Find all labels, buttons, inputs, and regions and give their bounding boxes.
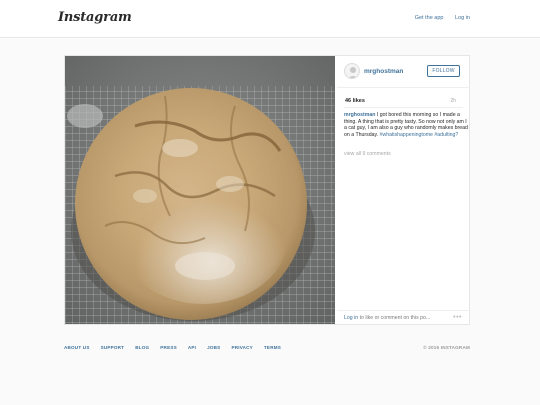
caption-hashtags[interactable]: #whatishappeningtome #adulting? xyxy=(380,132,459,138)
login-to-comment-link[interactable]: Log in xyxy=(344,315,358,321)
post-photo[interactable] xyxy=(65,56,335,324)
footer-link-blog[interactable]: BLOG xyxy=(135,345,149,350)
post-actions: Log in to like or comment on this po... … xyxy=(337,310,470,324)
footer-link-terms[interactable]: TERMS xyxy=(264,345,281,350)
post-card: mrghostman FOLLOW 46 likes 2h mrghostman… xyxy=(64,55,470,325)
copyright: © 2015 INSTAGRAM xyxy=(423,345,470,350)
top-links: Get the app Log in xyxy=(405,15,470,21)
post-sidebar: mrghostman FOLLOW 46 likes 2h mrghostman… xyxy=(337,56,470,324)
page-content: mrghostman FOLLOW 46 likes 2h mrghostman… xyxy=(0,39,540,405)
post-caption: mrghostman I got bored this morning so I… xyxy=(344,112,468,138)
login-link[interactable]: Log in xyxy=(455,15,470,21)
post-header: mrghostman FOLLOW xyxy=(337,56,470,88)
more-options-icon[interactable]: ••• xyxy=(453,314,462,322)
footer-links: ABOUT US SUPPORT BLOG PRESS API JOBS PRIVACY TE… xyxy=(64,345,470,350)
get-app-link[interactable]: Get the app xyxy=(415,15,444,21)
footer-link-api[interactable]: API xyxy=(188,345,196,350)
bread-photo-image xyxy=(65,56,335,324)
footer-link-about[interactable]: ABOUT US xyxy=(64,345,90,350)
divider xyxy=(344,107,463,108)
footer-link-press[interactable]: PRESS xyxy=(160,345,177,350)
instagram-logo[interactable]: Instagram xyxy=(58,10,132,25)
post-time: 2h xyxy=(450,98,456,104)
footer: ABOUT US SUPPORT BLOG PRESS API JOBS PRIVACY TE… xyxy=(64,345,470,355)
footer-link-support[interactable]: SUPPORT xyxy=(101,345,125,350)
top-bar: Instagram Get the app Log in xyxy=(0,0,540,38)
view-all-comments-link[interactable]: view all 9 comments xyxy=(344,151,391,157)
follow-button[interactable]: FOLLOW xyxy=(427,65,460,77)
login-prompt-text: to like or comment on this po... xyxy=(358,315,431,321)
likes-count[interactable]: 46 likes xyxy=(345,98,365,104)
footer-link-jobs[interactable]: JOBS xyxy=(207,345,220,350)
avatar[interactable] xyxy=(344,63,360,79)
caption-username[interactable]: mrghostman xyxy=(344,112,375,118)
post-username[interactable]: mrghostman xyxy=(364,68,403,75)
footer-link-privacy[interactable]: PRIVACY xyxy=(231,345,252,350)
login-prompt: Log in to like or comment on this po... xyxy=(344,315,430,321)
user-avatar-icon xyxy=(348,67,358,78)
